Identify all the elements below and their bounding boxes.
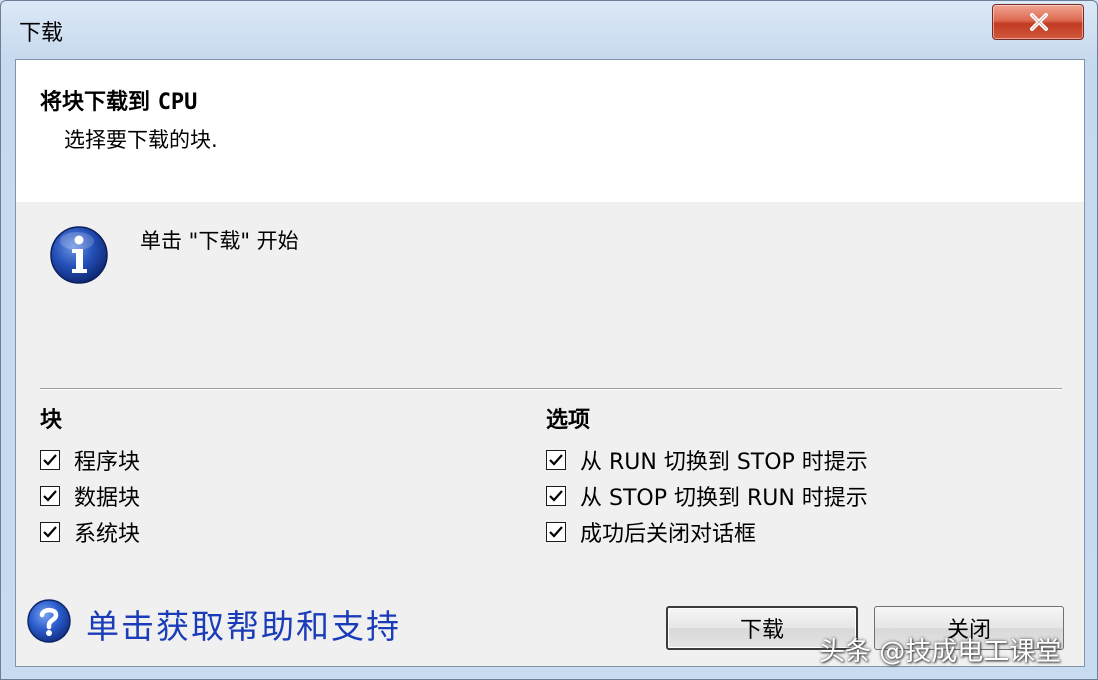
window-close-button[interactable] [992, 4, 1084, 40]
title-bar[interactable]: 下载 [1, 1, 1097, 59]
checkmark-icon [43, 490, 57, 502]
checkmark-icon [549, 454, 563, 466]
download-dialog: 下载 将块下载到 CPU 选择要下载的块. 单击 "下载" 开始 块 程序块 数… [0, 0, 1098, 680]
info-message: 单击 "下载" 开始 [140, 229, 299, 253]
options-group-title: 选项 [546, 408, 591, 433]
checkbox-box[interactable] [40, 450, 60, 470]
checkbox-label: 成功后关闭对话框 [580, 522, 757, 547]
checkmark-icon [43, 526, 57, 538]
checkbox-label: 数据块 [74, 486, 141, 511]
checkbox-label: 从 STOP 切换到 RUN 时提示 [580, 486, 868, 511]
checkbox-box[interactable] [546, 450, 566, 470]
section-divider [40, 388, 1062, 390]
close-icon [1030, 13, 1048, 31]
checkbox-prompt-stop-to-run[interactable]: 从 STOP 切换到 RUN 时提示 [546, 482, 868, 511]
checkbox-box[interactable] [546, 522, 566, 542]
checkbox-prompt-run-to-stop[interactable]: 从 RUN 切换到 STOP 时提示 [546, 446, 868, 475]
checkbox-system-block[interactable]: 系统块 [40, 518, 141, 547]
page-title: 将块下载到 CPU [40, 84, 197, 116]
watermark: 头条 @技成电工课堂 [819, 637, 1062, 667]
checkmark-icon [549, 526, 563, 538]
checkbox-program-block[interactable]: 程序块 [40, 446, 141, 475]
checkbox-box[interactable] [40, 522, 60, 542]
checkbox-box[interactable] [546, 486, 566, 506]
dialog-body: 将块下载到 CPU 选择要下载的块. 单击 "下载" 开始 块 程序块 数据块 … [15, 59, 1085, 667]
help-icon[interactable] [26, 598, 72, 644]
title-cpu: CPU [157, 90, 198, 115]
window-title: 下载 [19, 21, 64, 46]
checkmark-icon [43, 454, 57, 466]
checkbox-data-block[interactable]: 数据块 [40, 482, 141, 511]
checkbox-box[interactable] [40, 486, 60, 506]
checkbox-label: 程序块 [74, 450, 141, 475]
blocks-group-title: 块 [40, 408, 63, 433]
checkbox-close-on-success[interactable]: 成功后关闭对话框 [546, 518, 757, 547]
header-panel: 将块下载到 CPU 选择要下载的块. [16, 60, 1084, 202]
title-prefix: 将块下载到 [40, 90, 151, 115]
checkbox-label: 从 RUN 切换到 STOP 时提示 [580, 450, 868, 475]
checkmark-icon [549, 490, 563, 502]
info-icon [50, 226, 108, 284]
checkbox-label: 系统块 [74, 522, 141, 547]
page-subtitle: 选择要下载的块. [64, 128, 218, 152]
help-support-link[interactable]: 单击获取帮助和支持 [86, 600, 401, 648]
